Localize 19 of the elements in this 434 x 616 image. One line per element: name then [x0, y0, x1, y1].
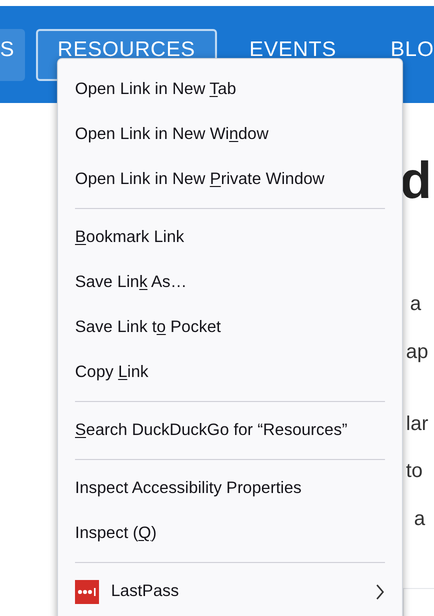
- dots-logo-icon: [75, 580, 99, 604]
- body-text: a: [410, 293, 422, 316]
- menu-item[interactable]: Inspect (Q): [58, 511, 402, 556]
- chevron-right-icon: [375, 584, 385, 600]
- page-heading: d: [400, 155, 433, 212]
- menu-item[interactable]: Copy Link: [58, 350, 402, 395]
- body-text: ap: [406, 341, 428, 364]
- body-text: lar: [406, 413, 428, 436]
- body-text: to: [406, 460, 423, 483]
- menu-item[interactable]: Search DuckDuckGo for “Resources”: [58, 408, 402, 453]
- submenu-item[interactable]: LastPass: [58, 569, 402, 614]
- menu-item[interactable]: Open Link in New Private Window: [58, 157, 402, 202]
- menu-item[interactable]: Save Link to Pocket: [58, 305, 402, 350]
- menu-item[interactable]: Inspect Accessibility Properties: [58, 466, 402, 511]
- menu-item[interactable]: Save Link As…: [58, 260, 402, 305]
- nav-link[interactable]: S: [0, 28, 25, 80]
- menu-item[interactable]: Bookmark Link: [58, 215, 402, 260]
- body-text: a: [414, 508, 426, 531]
- menu-item[interactable]: Open Link in New Window: [58, 112, 402, 157]
